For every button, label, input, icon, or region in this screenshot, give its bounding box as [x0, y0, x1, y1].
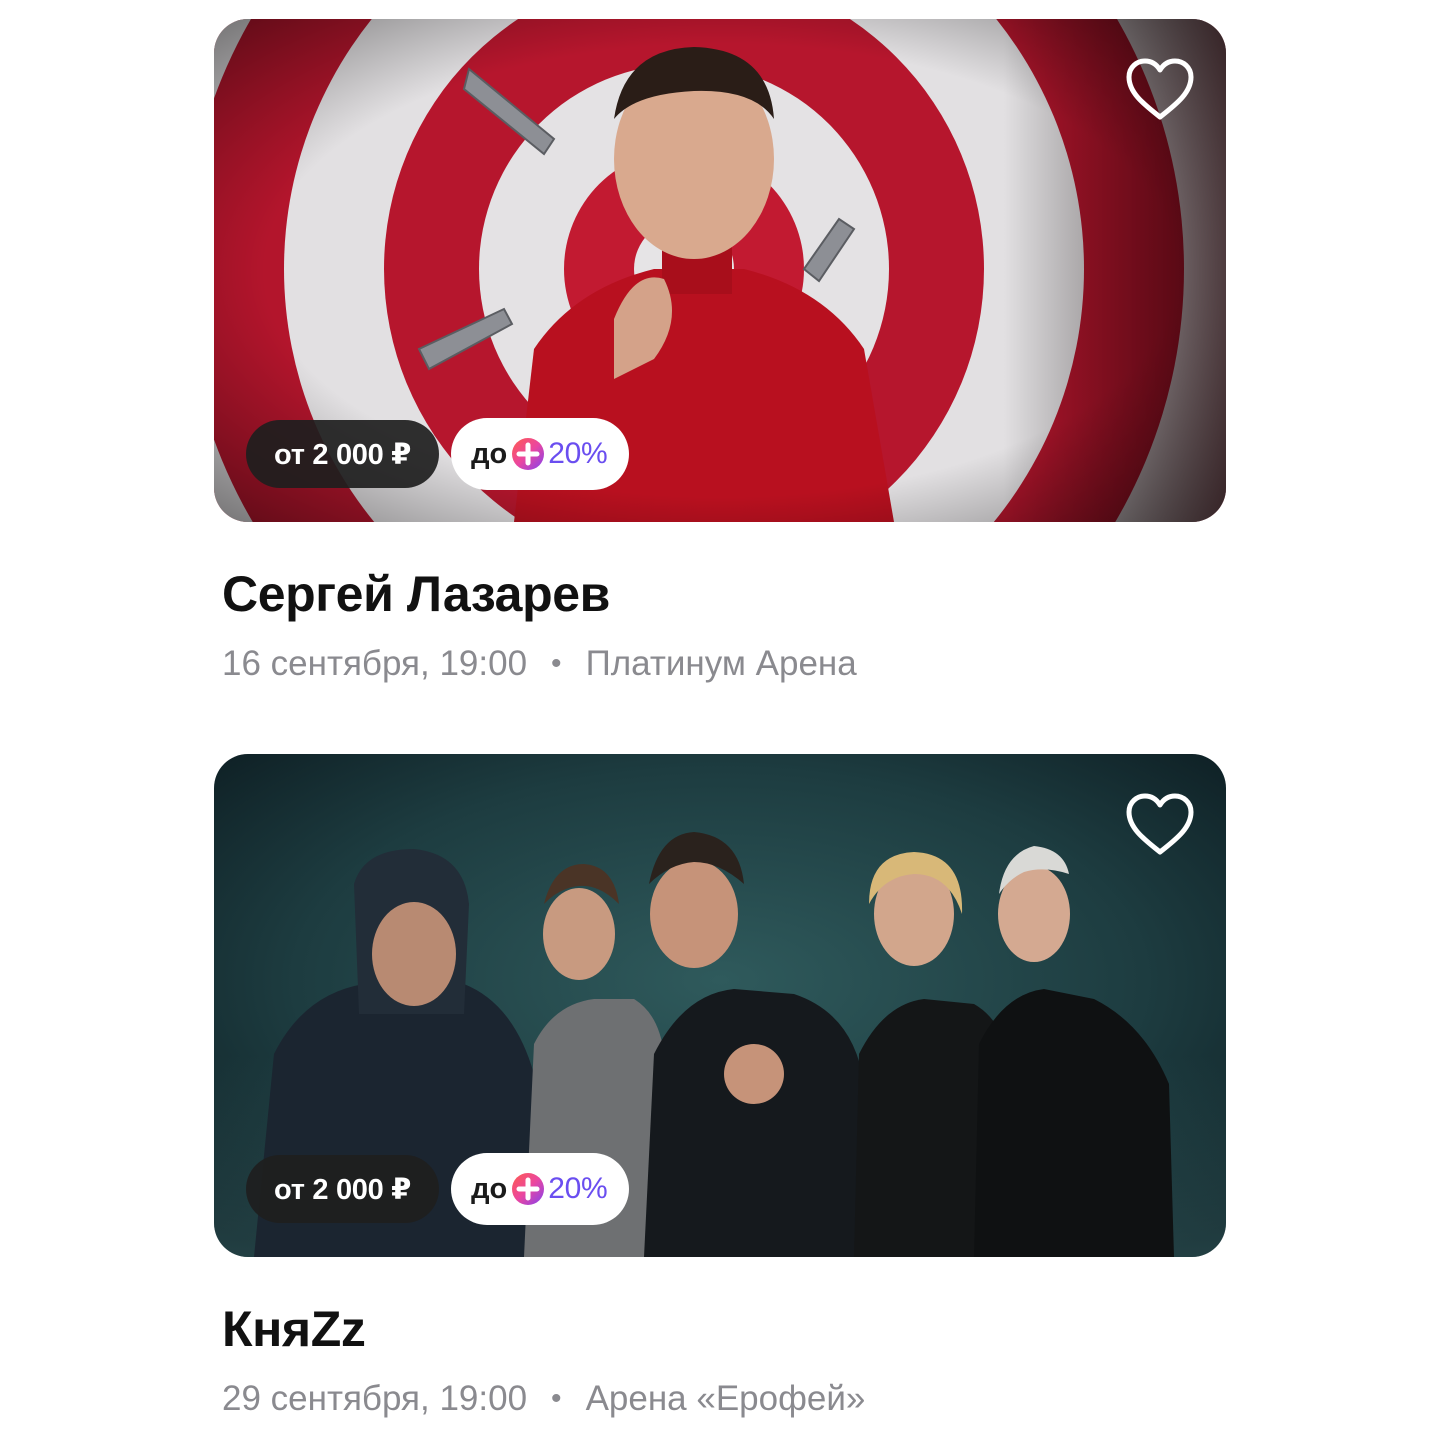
event-venue: Арена «Ерофей»	[585, 1379, 866, 1418]
plus-prefix: до	[471, 437, 508, 470]
event-title[interactable]: Сергей Лазарев	[222, 564, 1226, 624]
event-title[interactable]: КняZz	[222, 1299, 1226, 1359]
meta-separator: •	[551, 647, 562, 680]
meta-separator: •	[551, 1382, 562, 1415]
event-meta: 16 сентября, 19:00 • Платинум Арена	[222, 642, 1226, 686]
event-card[interactable]: от 2 000 ₽ до	[214, 754, 1226, 1421]
event-meta: 29 сентября, 19:00 • Арена «Ерофей»	[222, 1377, 1226, 1421]
event-feed: от 2 000 ₽ до 20% Сергей Лазарев 16 сент…	[0, 0, 1440, 1440]
plus-value: 20%	[548, 1172, 608, 1205]
heart-outline-icon	[1126, 58, 1194, 120]
plus-cashback-badge[interactable]: до 20%	[451, 418, 630, 490]
price-badge: от 2 000 ₽	[246, 1155, 440, 1223]
favorite-button[interactable]	[1124, 792, 1196, 858]
event-venue: Платинум Арена	[585, 644, 857, 683]
event-poster[interactable]: от 2 000 ₽ до 20%	[214, 754, 1226, 1257]
price-badge: от 2 000 ₽	[246, 420, 440, 488]
plus-cashback-badge[interactable]: до 20%	[451, 1153, 630, 1225]
yandex-plus-icon	[511, 437, 545, 471]
event-date: 16 сентября, 19:00	[222, 644, 528, 683]
favorite-button[interactable]	[1124, 57, 1196, 123]
poster-badges: от 2 000 ₽ до 20%	[246, 1153, 630, 1225]
yandex-plus-icon	[511, 1172, 545, 1206]
plus-value: 20%	[548, 437, 608, 470]
event-poster[interactable]: от 2 000 ₽ до 20%	[214, 19, 1226, 522]
plus-prefix: до	[471, 1172, 508, 1205]
event-date: 29 сентября, 19:00	[222, 1379, 528, 1418]
event-card[interactable]: от 2 000 ₽ до	[214, 19, 1226, 686]
poster-badges: от 2 000 ₽ до 20%	[246, 418, 630, 490]
heart-outline-icon	[1126, 793, 1194, 855]
